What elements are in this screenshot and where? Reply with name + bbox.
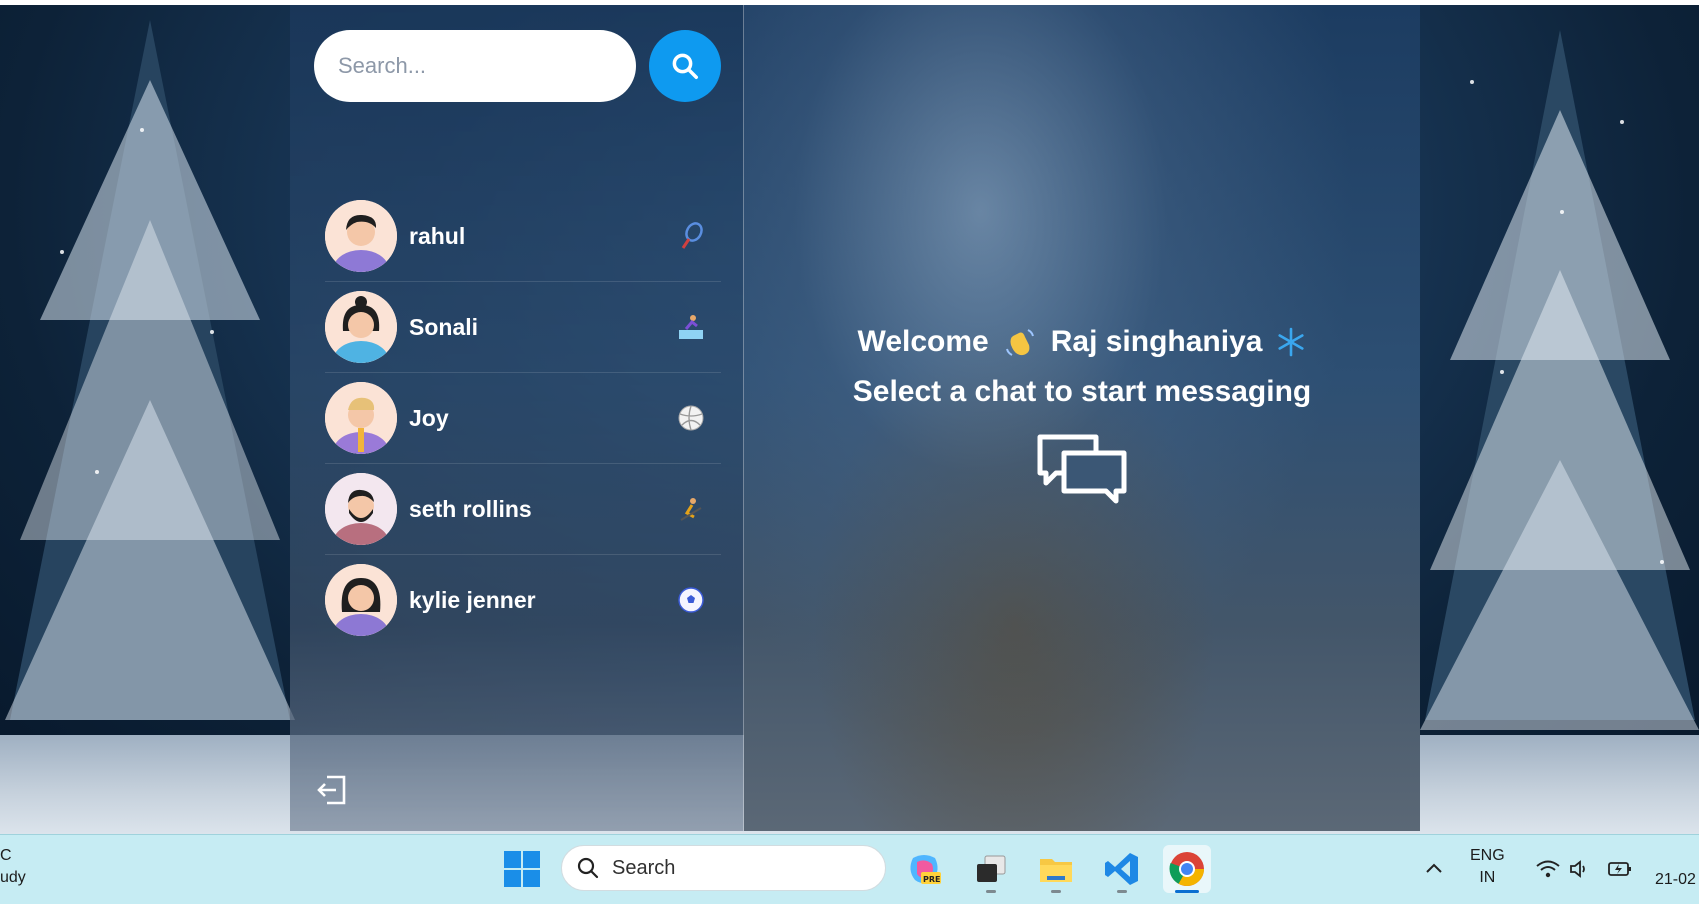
wifi-button[interactable] bbox=[1535, 857, 1560, 881]
avatar bbox=[325, 564, 397, 636]
search-input[interactable] bbox=[314, 30, 636, 102]
snowflake-decor bbox=[95, 470, 99, 474]
chrome-icon bbox=[1169, 852, 1204, 886]
conversation-item[interactable]: Sonali bbox=[325, 282, 721, 373]
start-button[interactable] bbox=[503, 850, 541, 888]
avatar bbox=[325, 200, 397, 272]
chevron-up-icon bbox=[1426, 863, 1442, 873]
snowflake-decor bbox=[1560, 210, 1564, 214]
wifi-icon bbox=[1536, 860, 1560, 878]
volleyball-icon bbox=[676, 403, 706, 433]
snowflake-decor bbox=[1470, 80, 1474, 84]
skier-icon bbox=[676, 494, 706, 524]
conversation-list: rahul Sonali Joy seth rollins kylie jenn… bbox=[325, 191, 721, 645]
weather-condition: udy bbox=[0, 869, 26, 886]
vscode-icon bbox=[1105, 853, 1138, 885]
taskbar-search[interactable]: Search bbox=[561, 845, 886, 891]
avatar bbox=[325, 382, 397, 454]
show-hidden-icons-button[interactable] bbox=[1422, 857, 1446, 881]
language-code: ENG bbox=[1470, 847, 1505, 864]
snowflake-icon bbox=[1278, 327, 1305, 357]
app-running-indicator bbox=[1051, 890, 1061, 893]
logout-icon bbox=[317, 775, 346, 805]
battery-button[interactable] bbox=[1607, 857, 1631, 881]
app-running-indicator bbox=[986, 890, 996, 893]
vs-code-app[interactable] bbox=[1098, 845, 1146, 893]
folder-icon bbox=[1040, 859, 1072, 882]
conversation-name: rahul bbox=[409, 222, 466, 249]
weather-widget[interactable]: C udy bbox=[0, 845, 26, 889]
copilot-pre-app[interactable]: PRE bbox=[900, 845, 948, 893]
avatar bbox=[325, 473, 397, 545]
avatar bbox=[325, 291, 397, 363]
welcome-heading: Welcome Raj singhaniya bbox=[744, 325, 1420, 359]
snowy-tree-left bbox=[5, 20, 295, 720]
conversation-name: Sonali bbox=[409, 313, 479, 340]
chrome-app[interactable] bbox=[1163, 845, 1211, 893]
taskbar-search-label: Search bbox=[612, 856, 676, 879]
task-view-app[interactable] bbox=[967, 845, 1015, 893]
tennis-racket-icon bbox=[676, 221, 706, 251]
no-chat-selected: Welcome Raj singhaniya Select a chat to … bbox=[744, 325, 1420, 512]
search-form bbox=[314, 30, 721, 102]
search-icon bbox=[577, 857, 599, 879]
conversation-item[interactable]: kylie jenner bbox=[325, 555, 721, 645]
app-active-indicator bbox=[1175, 890, 1199, 893]
message-panel: Welcome Raj singhaniya Select a chat to … bbox=[744, 5, 1420, 831]
conversation-item[interactable]: Joy bbox=[325, 373, 721, 464]
snowflake-decor bbox=[140, 128, 144, 132]
snowy-tree-right bbox=[1420, 30, 1699, 730]
clock-date[interactable]: 21-02 bbox=[1655, 871, 1696, 889]
speaker-icon bbox=[1570, 860, 1585, 878]
snowflake-decor bbox=[1620, 120, 1624, 124]
soccer-ball-icon bbox=[676, 585, 706, 615]
snowboarder-icon bbox=[676, 312, 706, 342]
volume-button[interactable] bbox=[1568, 857, 1592, 881]
chat-app-window: rahul bbox=[290, 5, 1420, 831]
snowflake-decor bbox=[210, 330, 214, 334]
copilot-icon: PRE bbox=[910, 855, 941, 884]
conversation-name: kylie jenner bbox=[409, 586, 536, 613]
windows-logo-icon bbox=[504, 851, 540, 887]
conversation-name: Joy bbox=[409, 404, 449, 431]
search-button[interactable] bbox=[649, 30, 721, 102]
taskbar: C udy Search PRE ENG IN 21-02 bbox=[0, 834, 1699, 904]
battery-charging-icon bbox=[1608, 862, 1631, 876]
weather-temp: C bbox=[0, 847, 12, 864]
conversation-name: seth rollins bbox=[409, 495, 532, 522]
logout-button[interactable] bbox=[315, 773, 349, 807]
conversation-item[interactable]: rahul bbox=[325, 191, 721, 282]
language-indicator[interactable]: ENG IN bbox=[1470, 845, 1505, 889]
task-view-icon bbox=[977, 855, 1006, 882]
app-running-indicator bbox=[1117, 890, 1127, 893]
waving-hand-icon bbox=[1005, 329, 1034, 356]
select-chat-prompt: Select a chat to start messaging bbox=[852, 375, 1312, 408]
conversation-item[interactable]: seth rollins bbox=[325, 464, 721, 555]
snowflake-decor bbox=[60, 250, 64, 254]
chat-bubbles-icon bbox=[1037, 434, 1127, 504]
svg-text:PRE: PRE bbox=[923, 875, 941, 884]
search-icon bbox=[672, 53, 698, 79]
snowflake-decor bbox=[1500, 370, 1504, 374]
file-explorer-app[interactable] bbox=[1032, 845, 1080, 893]
welcome-greeting: Welcome bbox=[857, 325, 989, 358]
sidebar: rahul bbox=[290, 5, 744, 831]
snowflake-decor bbox=[1660, 560, 1664, 564]
region-code: IN bbox=[1479, 869, 1496, 886]
welcome-user-name: Raj singhaniya bbox=[1050, 325, 1263, 358]
